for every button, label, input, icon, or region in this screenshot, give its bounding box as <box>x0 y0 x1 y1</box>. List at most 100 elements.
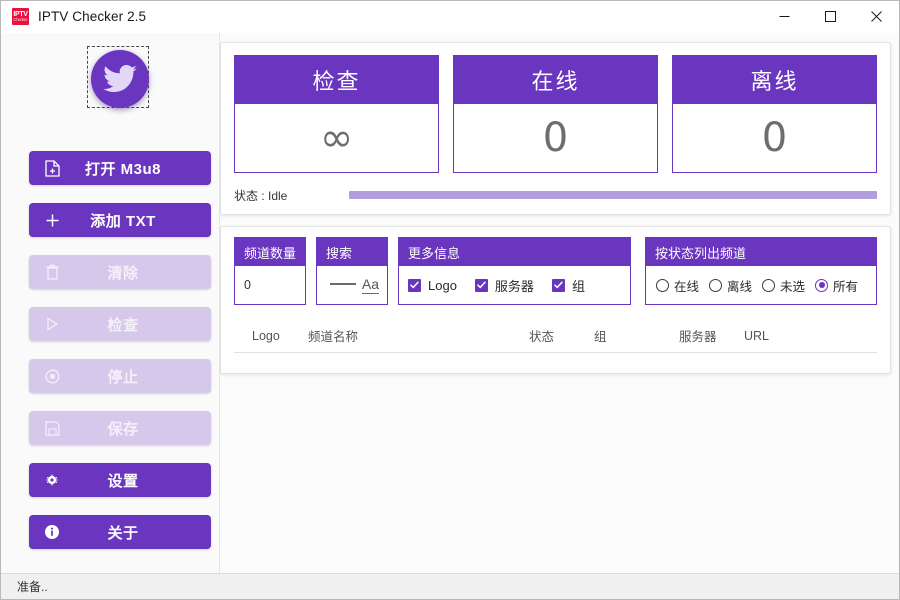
stat-card-checked: 检查 ∞ <box>234 55 439 173</box>
channels-table: Logo 频道名称 状态 组 服务器 URL <box>234 319 877 361</box>
maximize-button[interactable] <box>807 1 853 33</box>
stat-title: 在线 <box>454 56 657 104</box>
table-column-server[interactable]: 服务器 <box>679 326 744 345</box>
text-case-icon[interactable]: Aa <box>361 276 379 295</box>
sidebar-button-label: 关于 <box>107 524 139 542</box>
status-filter-title: 按状态列出频道 <box>646 238 876 266</box>
stat-value: 0 <box>542 115 569 161</box>
radio-label: 离线 <box>727 279 753 294</box>
close-button[interactable] <box>853 1 899 33</box>
radio-selected-icon <box>815 278 829 292</box>
radio-unchecked[interactable]: 未选 <box>762 276 805 295</box>
twitter-bird-logo[interactable] <box>91 50 149 108</box>
radio-unselected-icon <box>709 278 723 292</box>
gear-icon <box>29 472 75 488</box>
stat-value: ∞ <box>319 115 354 161</box>
search-input-underline <box>329 283 356 285</box>
radio-online[interactable]: 在线 <box>656 276 699 295</box>
stat-card-online: 在线 0 <box>453 55 658 173</box>
checkbox-label: Logo <box>428 277 457 293</box>
stats-panel: 检查 ∞ 在线 0 离线 0 状态 : Idle <box>220 42 891 215</box>
window-controls <box>761 1 899 33</box>
channel-count-group: 频道数量 0 <box>234 237 306 305</box>
sidebar-button-open-m3u8[interactable]: 打开 M3u8 <box>29 151 211 185</box>
trash-icon <box>29 264 75 280</box>
table-column-logo[interactable]: Logo <box>252 329 308 343</box>
status-label: 状态 : Idle <box>234 188 288 203</box>
checkbox-logo[interactable]: Logo <box>408 278 457 293</box>
channels-panel: 频道数量 0 搜索 Aa 更多信息 Logo 服务器 组 按状态列出频道 在线 … <box>220 226 891 374</box>
sidebar-button-clear[interactable]: 清除 <box>29 255 211 289</box>
more-info-title: 更多信息 <box>399 238 630 266</box>
title-bar: IPTV Checker IPTV Checker 2.5 <box>1 1 899 33</box>
channel-count-title: 频道数量 <box>235 238 305 266</box>
checkbox-server[interactable]: 服务器 <box>474 276 534 295</box>
checkbox-label: 组 <box>571 278 585 294</box>
checkbox-checked-icon <box>474 278 488 292</box>
sidebar-button-label: 检查 <box>107 316 139 334</box>
sidebar: 打开 M3u8 添加 TXT 清除 检查 停止 保存 设置 关于 <box>1 33 220 573</box>
checkbox-checked-icon <box>408 278 421 292</box>
table-column-status[interactable]: 状态 <box>529 326 594 345</box>
window-title: IPTV Checker 2.5 <box>38 9 147 24</box>
stat-card-offline: 离线 0 <box>672 55 877 173</box>
progress-bar <box>349 191 877 199</box>
checkbox-label: 服务器 <box>494 278 534 294</box>
stat-title: 离线 <box>673 56 876 104</box>
radio-label: 在线 <box>674 279 700 294</box>
sidebar-button-label: 设置 <box>107 472 139 490</box>
more-info-options: Logo 服务器 组 <box>399 266 630 304</box>
stats-row: 检查 ∞ 在线 0 离线 0 <box>234 55 877 173</box>
radio-unselected-icon <box>656 278 669 292</box>
info-icon <box>29 524 75 540</box>
app-window: IPTV Checker IPTV Checker 2.5 打开 M3u8 添加… <box>0 0 900 600</box>
app-icon-line2: Checker <box>13 17 28 23</box>
sidebar-button-save[interactable]: 保存 <box>29 411 211 445</box>
search-input[interactable]: Aa <box>317 266 387 304</box>
status-bar-text: 准备.. <box>17 580 48 594</box>
search-group: 搜索 Aa <box>316 237 388 305</box>
body-area: 打开 M3u8 添加 TXT 清除 检查 停止 保存 设置 关于 检查 ∞ 在线… <box>1 33 899 573</box>
status-row: 状态 : Idle <box>234 184 877 206</box>
status-bar: 准备.. <box>1 573 899 599</box>
sidebar-button-stop[interactable]: 停止 <box>29 359 211 393</box>
table-column-url[interactable]: URL <box>744 329 769 343</box>
radio-offline[interactable]: 离线 <box>709 276 752 295</box>
app-icon: IPTV Checker <box>12 8 29 25</box>
table-header-row: Logo 频道名称 状态 组 服务器 URL <box>234 319 877 353</box>
radio-all[interactable]: 所有 <box>815 276 858 295</box>
sidebar-button-label: 清除 <box>107 264 139 282</box>
checkbox-checked-icon <box>551 278 565 292</box>
radio-unselected-icon <box>762 278 776 292</box>
table-column-group[interactable]: 组 <box>594 326 679 345</box>
sidebar-button-label: 保存 <box>107 420 139 438</box>
table-column-name[interactable]: 频道名称 <box>308 326 529 345</box>
save-icon <box>29 420 75 436</box>
maximize-icon <box>824 11 836 22</box>
sidebar-button-label: 停止 <box>107 368 139 386</box>
main-content: 检查 ∞ 在线 0 离线 0 状态 : Idle 频道数量 0 搜索 Aa 更多… <box>220 33 899 573</box>
radio-label: 未选 <box>780 279 806 294</box>
sidebar-button-about[interactable]: 关于 <box>29 515 211 549</box>
file-add-icon <box>29 159 75 177</box>
filters-row: 频道数量 0 搜索 Aa 更多信息 Logo 服务器 组 按状态列出频道 在线 … <box>234 237 877 305</box>
channel-count-value: 0 <box>244 278 251 292</box>
sidebar-button-label: 添加 TXT <box>90 212 156 230</box>
logo-container <box>87 46 153 112</box>
stop-icon <box>29 369 75 384</box>
close-icon <box>870 11 882 22</box>
checkbox-group[interactable]: 组 <box>551 276 585 295</box>
search-title: 搜索 <box>317 238 387 266</box>
radio-label: 所有 <box>833 279 859 294</box>
sidebar-button-check[interactable]: 检查 <box>29 307 211 341</box>
status-filter-group: 按状态列出频道 在线 离线 未选 所有 <box>645 237 877 305</box>
minimize-button[interactable] <box>761 1 807 33</box>
status-filter-options: 在线 离线 未选 所有 <box>646 266 876 304</box>
stat-value: 0 <box>761 115 788 161</box>
stat-title: 检查 <box>235 56 438 104</box>
sidebar-button-settings[interactable]: 设置 <box>29 463 211 497</box>
more-info-group: 更多信息 Logo 服务器 组 <box>398 237 631 305</box>
sidebar-button-add-txt[interactable]: 添加 TXT <box>29 203 211 237</box>
table-body <box>234 353 877 361</box>
play-icon <box>29 317 75 331</box>
